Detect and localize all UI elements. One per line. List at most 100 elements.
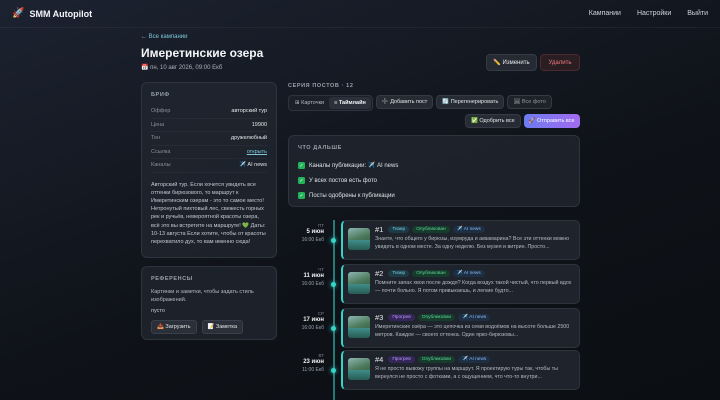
brief-heading: БРИФ — [151, 92, 170, 98]
series-actions: ✅ Одобрить все 🚀 Отправить все — [465, 114, 580, 128]
checklist-label: У всех постов есть фото — [309, 177, 377, 184]
checkbox-checked-icon: ✓ — [298, 177, 305, 184]
regenerate-button[interactable]: 🔄 Перегенерировать — [436, 95, 505, 109]
next-steps-heading: ЧТО ДАЛЬШЕ — [298, 145, 342, 151]
brief-key: Цена — [151, 121, 165, 128]
references-empty: пусто — [151, 308, 165, 314]
post-card[interactable]: #2 Тизер Опубликован ✈️ AI news Помните … — [341, 264, 580, 304]
view-cards-tab[interactable]: ⊞ Карточки — [290, 97, 329, 109]
post-time: 16:00 Екб — [301, 281, 324, 287]
post-channel-badge: ✈️ AI news — [452, 226, 485, 233]
post-thumbnail[interactable] — [348, 316, 370, 338]
page-title: Имеретинские озера — [141, 46, 264, 60]
nav-campaigns[interactable]: Кампании — [589, 10, 621, 17]
brief-key: Ссылка — [151, 148, 171, 155]
post-day: 11 июн — [303, 273, 324, 279]
top-bar: 🚀 SMM Autopilot Кампании Настройки Выйти — [0, 0, 720, 28]
checklist-label: Посты одобрены к публикации — [309, 192, 395, 199]
brand[interactable]: 🚀 SMM Autopilot — [12, 8, 92, 19]
post-weekday: ПТ — [318, 223, 324, 228]
post-thumbnail[interactable] — [348, 272, 370, 294]
post-header: #1 Тизер Опубликован ✈️ AI news — [375, 225, 485, 234]
brief-link[interactable]: открыть — [247, 149, 267, 155]
view-timeline-tab[interactable]: ≡ Таймлайн — [329, 97, 371, 109]
post-time: 11:00 Екб — [301, 367, 324, 373]
references-actions: 📤 Загрузить 📝 Заметка — [151, 320, 267, 334]
nav-settings[interactable]: Настройки — [637, 10, 671, 17]
timeline-row: ВТ 23 июн 11:00 Екб #4 Прогрев Опубликов… — [288, 350, 580, 390]
post-number: #2 — [375, 269, 384, 278]
brief-description: Авторский тур. Если хочется увидеть все … — [151, 181, 266, 245]
post-text: Помните запах хвои после дождя? Когда во… — [375, 280, 572, 294]
post-status-badge: Опубликован — [417, 356, 456, 363]
timeline-dot — [331, 282, 336, 287]
post-thumbnail[interactable] — [348, 228, 370, 250]
checklist-item: ✓ Каналы публикации: ✈️ AI news — [298, 158, 570, 173]
post-status-badge: Опубликован — [412, 226, 450, 233]
post-channel-badge: ✈️ AI news — [458, 356, 491, 363]
view-switcher: ⊞ Карточки ≡ Таймлайн — [288, 95, 373, 111]
brief-row: Тон дружелюбный — [151, 132, 267, 146]
timeline-row: ПТ 5 июн 16:00 Екб #1 Тизер Опубликован … — [288, 220, 580, 260]
post-header: #4 Прогрев Опубликован ✈️ AI news — [375, 355, 491, 364]
approve-all-button[interactable]: ✅ Одобрить все — [465, 114, 521, 128]
post-channel-badge: ✈️ AI news — [458, 314, 491, 321]
post-card[interactable]: #1 Тизер Опубликован ✈️ AI news Знаете, … — [341, 220, 580, 260]
brief-value: 19900 — [251, 121, 267, 128]
post-thumbnail[interactable] — [348, 358, 370, 380]
checklist-item: ✓ Посты одобрены к публикации — [298, 188, 570, 203]
timeline-row: СР 17 июн 16:00 Екб #3 Прогрев Опубликов… — [288, 308, 580, 348]
post-time: 16:00 Екб — [301, 237, 324, 243]
campaign-date: 📅 пн, 10 авг 2026, 09:00 Екб — [141, 65, 223, 71]
send-all-button[interactable]: 🚀 Отправить все — [523, 114, 580, 128]
post-weekday: ЧТ — [318, 267, 324, 272]
brief-value: ✈️ AI news — [239, 162, 267, 169]
upload-button[interactable]: 📤 Загрузить — [151, 320, 197, 334]
checkbox-checked-icon: ✓ — [298, 192, 305, 199]
post-text: Имеретинские озёра — это цепочка из семи… — [375, 324, 570, 338]
post-header: #3 Прогрев Опубликован ✈️ AI news — [375, 313, 491, 322]
post-weekday: СР — [317, 311, 324, 316]
app-title: SMM Autopilot — [29, 8, 93, 19]
delete-button[interactable]: Удалить — [540, 54, 580, 71]
timeline-dot — [331, 238, 336, 243]
next-steps-card: ЧТО ДАЛЬШЕ ✓ Каналы публикации: ✈️ AI new… — [288, 135, 580, 207]
checklist-item: ✓ У всех постов есть фото — [298, 173, 570, 188]
brief-row: Оффер авторский тур — [151, 105, 267, 119]
note-button[interactable]: 📝 Заметка — [201, 320, 244, 334]
brief-value: дружелюбный — [230, 135, 267, 142]
post-date: ВТ 23 июн 11:00 Екб — [288, 353, 324, 373]
post-type-badge: Прогрев — [388, 356, 415, 363]
post-text: Я не просто вывожу группы на маршрут. Я … — [375, 366, 558, 380]
nav-logout[interactable]: Выйти — [687, 10, 708, 17]
main-nav: Кампании Настройки Выйти — [589, 10, 708, 17]
post-date: ПТ 5 июн 16:00 Екб — [288, 223, 324, 243]
checklist-label: Каналы публикации: ✈️ AI news — [309, 163, 399, 169]
post-number: #3 — [375, 313, 384, 322]
post-text: Знаете, что общего у бирюзы, изумруда и … — [375, 236, 570, 250]
add-post-button[interactable]: ➕ Добавить пост — [375, 95, 434, 109]
post-channel-badge: ✈️ AI news — [452, 270, 485, 277]
post-type-badge: Тизер — [388, 270, 410, 277]
post-number: #4 — [375, 355, 384, 364]
post-status-badge: Опубликован — [417, 314, 456, 321]
brief-row: Ссылка открыть — [151, 146, 267, 159]
brief-value: авторский тур — [231, 108, 267, 115]
edit-button[interactable]: ✏️ Изменить — [486, 54, 537, 71]
post-day: 23 июн — [303, 359, 324, 365]
brief-card: БРИФ Оффер авторский тур Цена 19900 Тон дру… — [141, 82, 277, 258]
timeline-dot — [331, 326, 336, 331]
post-day: 17 июн — [303, 317, 324, 323]
series-heading: СЕРИЯ ПОСТОВ · 12 — [288, 83, 354, 89]
post-number: #1 — [375, 225, 384, 234]
post-time: 16:00 Екб — [301, 325, 324, 331]
post-day: 5 июн — [306, 229, 324, 235]
references-description: Картинки и заметки, чтобы задать стиль и… — [151, 289, 254, 303]
post-header: #2 Тизер Опубликован ✈️ AI news — [375, 269, 485, 278]
all-photos-button[interactable]: 🖼 Все фото — [507, 95, 552, 109]
back-to-campaigns-link[interactable]: ← Все кампании — [141, 34, 188, 40]
post-card[interactable]: #3 Прогрев Опубликован ✈️ AI news Имерет… — [341, 308, 580, 348]
checkbox-checked-icon: ✓ — [298, 162, 305, 169]
references-card: РЕФЕРЕНСЫ Картинки и заметки, чтобы зада… — [141, 266, 277, 340]
post-card[interactable]: #4 Прогрев Опубликован ✈️ AI news Я не п… — [341, 350, 580, 390]
